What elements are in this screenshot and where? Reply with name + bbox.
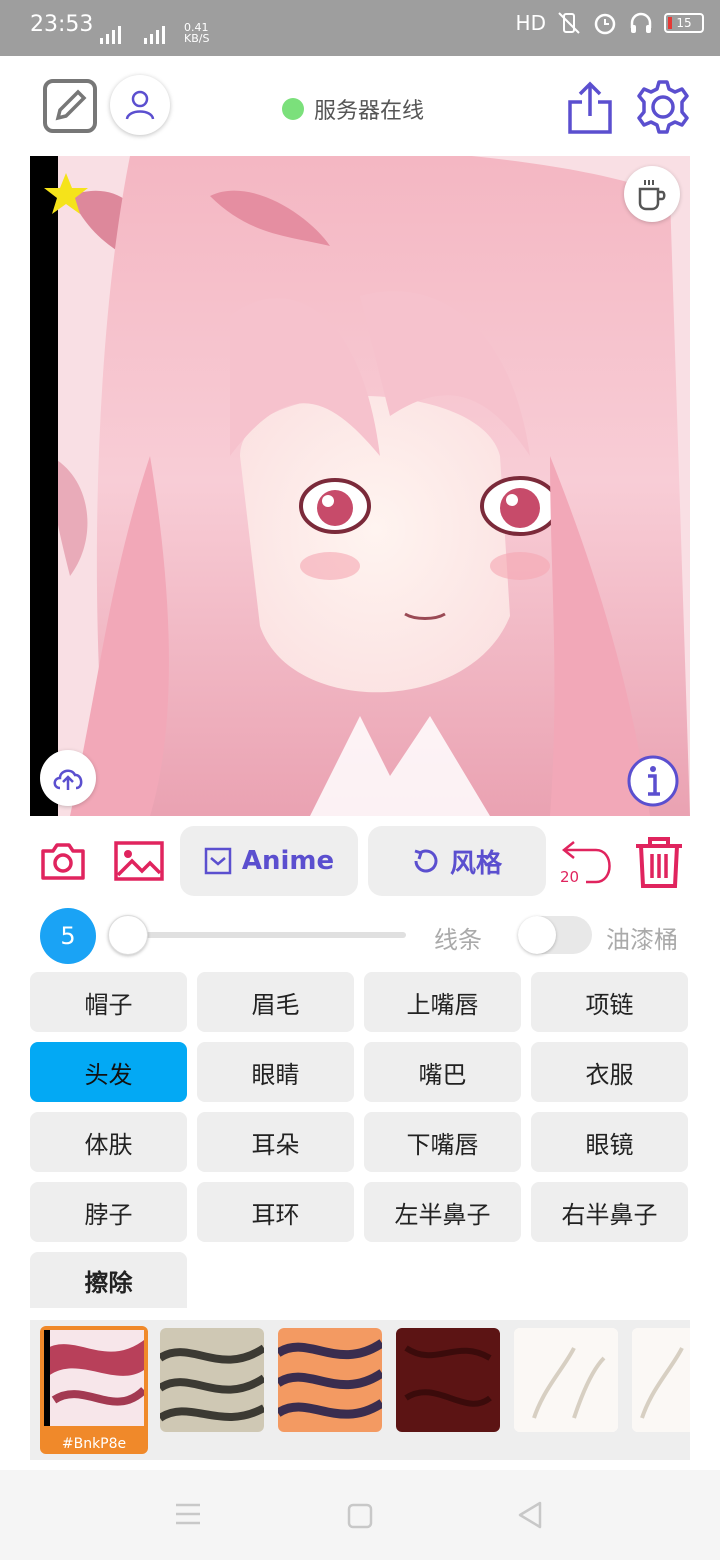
share-icon (568, 81, 612, 134)
status-right: HD 15 (516, 10, 704, 36)
home-icon[interactable] (346, 1502, 374, 1530)
share-button[interactable] (562, 78, 618, 138)
part-lower-lip[interactable]: 下嘴唇 (364, 1112, 521, 1172)
style-swatch-selected[interactable]: #BnkP8e (40, 1326, 148, 1454)
online-indicator (282, 98, 304, 120)
part-mouth[interactable]: 嘴巴 (364, 1042, 521, 1102)
anime-model-button[interactable]: Anime (180, 826, 358, 896)
server-status-label: 服务器在线 (314, 99, 425, 124)
brush-size-slider-track[interactable] (126, 932, 406, 938)
camera-icon (41, 843, 85, 880)
undo-count: 20 (560, 868, 580, 886)
part-right-nose[interactable]: 右半鼻子 (531, 1182, 688, 1242)
style-swatch[interactable] (396, 1328, 500, 1432)
image-icon (114, 841, 164, 881)
canvas-margin (30, 156, 58, 816)
battery-icon: 15 (664, 13, 704, 33)
coffee-button[interactable] (624, 166, 680, 222)
style-swatch[interactable] (632, 1328, 690, 1432)
swatch-thumbnail (632, 1328, 690, 1432)
status-time: 23:53 (30, 12, 94, 37)
part-eyes[interactable]: 眼睛 (197, 1042, 354, 1102)
part-hair[interactable]: 头发 (30, 1042, 187, 1102)
part-ears[interactable]: 耳朵 (197, 1112, 354, 1172)
delete-button[interactable] (632, 834, 686, 890)
upload-button[interactable] (40, 750, 96, 806)
style-swatch[interactable] (278, 1328, 382, 1432)
signal-icon (100, 26, 165, 44)
battery-level: 15 (676, 16, 692, 30)
profile-button[interactable] (110, 75, 170, 135)
style-label: 风格 (449, 848, 502, 879)
system-nav-bar (0, 1470, 720, 1560)
drawing-canvas[interactable] (30, 156, 690, 816)
part-left-nose[interactable]: 左半鼻子 (364, 1182, 521, 1242)
pencil-square-icon (43, 79, 97, 133)
network-speed: 0.41 KB/S (184, 22, 209, 44)
gear-icon (637, 80, 689, 134)
style-swatch[interactable] (160, 1328, 264, 1432)
tools-row: Anime 风格 20 (30, 826, 690, 896)
part-hat[interactable]: 帽子 (30, 972, 187, 1032)
menu-icon[interactable] (174, 1502, 202, 1526)
trash-icon (636, 837, 682, 888)
status-bar: 23:53 0.41 KB/S HD 15 (0, 0, 720, 56)
user-icon (125, 90, 155, 120)
gallery-button[interactable] (114, 840, 164, 882)
part-glasses[interactable]: 眼镜 (531, 1112, 688, 1172)
style-swatch-strip: #BnkP8e (30, 1320, 690, 1460)
undo-button[interactable]: 20 (558, 832, 614, 890)
brush-size-slider-thumb[interactable] (108, 915, 148, 955)
back-icon[interactable] (516, 1500, 544, 1530)
hd-label: HD (515, 11, 546, 35)
alarm-icon (594, 13, 616, 35)
brush-controls: 5 线条 油漆桶 (30, 908, 690, 964)
swatch-thumbnail (396, 1328, 500, 1432)
line-mode-label: 线条 (434, 926, 482, 954)
anime-model-label: Anime (241, 846, 335, 876)
top-bar: 服务器在线 (0, 56, 720, 156)
checkbox-icon (204, 847, 232, 875)
swatch-code: #BnkP8e (61, 1436, 127, 1452)
settings-button[interactable] (634, 78, 692, 136)
cloud-upload-icon (53, 769, 83, 790)
anime-portrait (30, 156, 690, 816)
part-necklace[interactable]: 项链 (531, 972, 688, 1032)
edit-mode-button[interactable] (42, 78, 98, 134)
star-icon[interactable] (42, 170, 90, 218)
refresh-icon (414, 849, 438, 873)
camera-button[interactable] (40, 840, 86, 882)
part-skin[interactable]: 体肤 (30, 1112, 187, 1172)
network-speed-unit: KB/S (184, 32, 210, 45)
info-button[interactable] (626, 754, 680, 808)
part-upper-lip[interactable]: 上嘴唇 (364, 972, 521, 1032)
brush-size-badge: 5 (40, 908, 96, 964)
swatch-thumbnail (44, 1330, 144, 1426)
headphones-icon (630, 12, 652, 33)
part-neck[interactable]: 脖子 (30, 1182, 187, 1242)
style-button[interactable]: 风格 (368, 826, 546, 896)
server-status: 服务器在线 (282, 93, 424, 125)
part-clothes[interactable]: 衣服 (531, 1042, 688, 1102)
coffee-cup-icon (638, 180, 666, 211)
paint-bucket-toggle[interactable] (518, 916, 592, 954)
swatch-thumbnail (514, 1328, 618, 1432)
erase-button[interactable]: 擦除 (30, 1252, 187, 1308)
paint-bucket-label: 油漆桶 (606, 926, 678, 954)
swatch-thumbnail (278, 1328, 382, 1432)
part-eyebrows[interactable]: 眉毛 (197, 972, 354, 1032)
swatch-thumbnail (160, 1328, 264, 1432)
style-swatch[interactable] (514, 1328, 618, 1432)
vibrate-off-icon (558, 12, 580, 34)
info-icon (627, 755, 679, 807)
part-earrings[interactable]: 耳环 (197, 1182, 354, 1242)
